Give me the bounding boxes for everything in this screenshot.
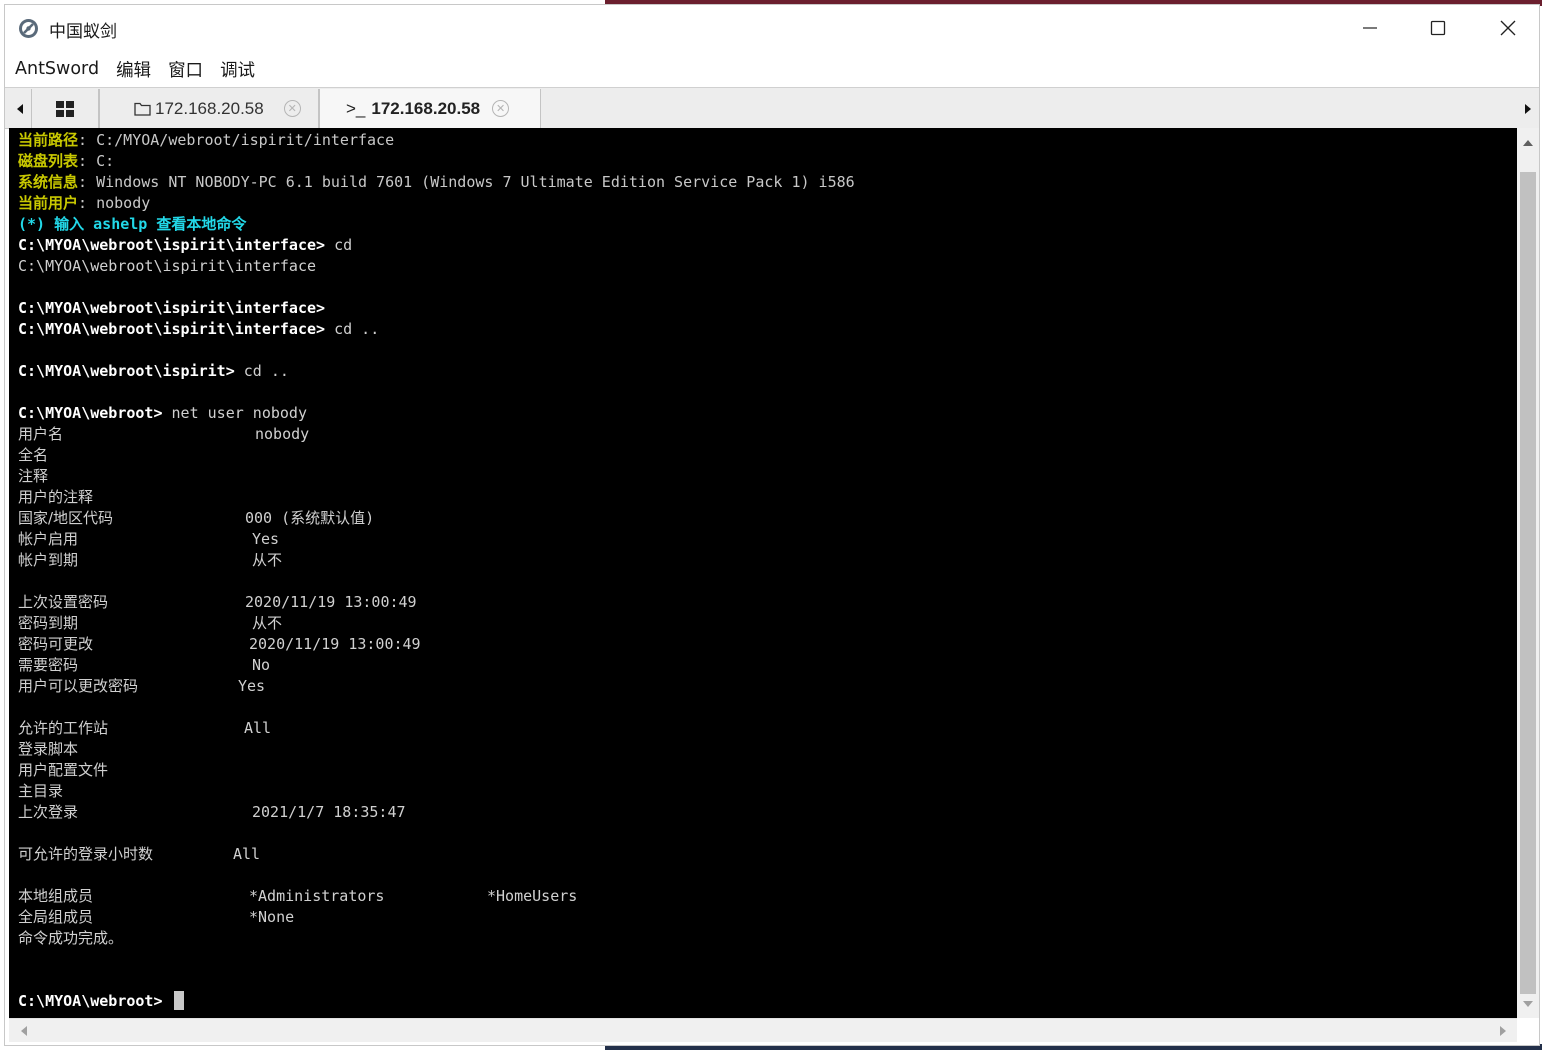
menu-edit[interactable]: 编辑 bbox=[116, 57, 151, 82]
terminal-console[interactable]: 当前路径: C:/MYOA/webroot/ispirit/interface … bbox=[9, 128, 1517, 1018]
command: cd bbox=[334, 236, 353, 254]
user-info-row: 全局组成员 *None bbox=[18, 908, 295, 926]
info-line-user: 当前用户: nobody bbox=[18, 194, 151, 212]
tab-bar: 172.168.20.58 ✕ >_ 172.168.20.58 ✕ bbox=[5, 87, 1539, 129]
tab-terminal-close-button[interactable]: ✕ bbox=[492, 100, 510, 117]
tab-home[interactable] bbox=[31, 89, 99, 128]
close-icon: ✕ bbox=[287, 102, 297, 115]
prompt: C:\MYOA\webroot\ispirit\interface> bbox=[18, 299, 326, 317]
history-line: C:\MYOA\webroot> net user nobody bbox=[18, 403, 1508, 424]
user-info-row: 注释 bbox=[18, 467, 49, 485]
user-info-row: 主目录 bbox=[18, 782, 64, 800]
grid-icon bbox=[56, 100, 74, 117]
triangle-left-icon bbox=[20, 1026, 27, 1036]
prompt: C:\MYOA\webroot\ispirit\interface> bbox=[18, 236, 326, 254]
menu-window[interactable]: 窗口 bbox=[168, 57, 203, 82]
vertical-scrollbar[interactable] bbox=[1517, 128, 1539, 1018]
triangle-up-icon bbox=[1523, 139, 1533, 146]
user-info-row: 全名 bbox=[18, 446, 49, 464]
history-line: C:\MYOA\webroot\ispirit\interface> cd bbox=[18, 235, 1508, 256]
tab-file-manager[interactable]: 172.168.20.58 ✕ bbox=[99, 89, 319, 128]
text-cursor bbox=[173, 991, 184, 1010]
scroll-left-button[interactable] bbox=[13, 1022, 33, 1040]
tab-scroll-left-button[interactable] bbox=[9, 88, 31, 129]
info-line-system: 系统信息: Windows NT NOBODY-PC 6.1 build 760… bbox=[18, 173, 855, 191]
help-hint: (*) 输入 ashelp 查看本地命令 bbox=[18, 215, 247, 233]
tab-terminal[interactable]: >_ 172.168.20.58 ✕ bbox=[319, 89, 541, 128]
command: cd .. bbox=[243, 362, 289, 380]
tab-file-manager-label: 172.168.20.58 bbox=[155, 98, 264, 118]
scroll-right-button[interactable] bbox=[1493, 1022, 1513, 1040]
command: net user nobody bbox=[171, 404, 307, 422]
menu-debug[interactable]: 调试 bbox=[220, 57, 255, 82]
maximize-button[interactable] bbox=[1403, 5, 1473, 51]
prompt: C:\MYOA\webroot> bbox=[18, 992, 163, 1010]
triangle-right-icon bbox=[1525, 103, 1531, 114]
history-line: C:\MYOA\webroot\ispirit\interface> cd .. bbox=[18, 319, 1508, 340]
user-info-row: 国家/地区代码 000 (系统默认值) bbox=[18, 509, 375, 527]
folder-icon bbox=[134, 102, 151, 116]
scroll-down-button[interactable] bbox=[1517, 994, 1539, 1014]
prompt: C:\MYOA\webroot\ispirit> bbox=[18, 362, 235, 380]
input-line[interactable]: C:\MYOA\webroot> bbox=[18, 991, 1508, 1012]
menu-antsword[interactable]: AntSword bbox=[15, 59, 99, 79]
menu-bar: AntSword 编辑 窗口 调试 bbox=[5, 51, 1539, 87]
user-info-row: 需要密码 No bbox=[18, 656, 271, 674]
output: C:\MYOA\webroot\ispirit\interface bbox=[18, 257, 317, 275]
scroll-up-button[interactable] bbox=[1517, 132, 1539, 152]
user-info-row: 帐户到期 从不 bbox=[18, 551, 283, 569]
vertical-scroll-thumb[interactable] bbox=[1520, 172, 1536, 994]
history-line: C:\MYOA\webroot\ispirit\interface bbox=[18, 256, 1508, 277]
user-info-row: 可允许的登录小时数 All bbox=[18, 845, 261, 863]
user-info-row: 用户名 nobody bbox=[18, 425, 310, 443]
maximize-icon bbox=[1430, 20, 1446, 36]
user-info-row: 允许的工作站 All bbox=[18, 719, 272, 737]
close-button[interactable] bbox=[1473, 5, 1539, 51]
tab-file-manager-close-button[interactable]: ✕ bbox=[283, 100, 301, 117]
history-line: C:\MYOA\webroot\ispirit> cd .. bbox=[18, 361, 1508, 382]
antsword-logo-icon bbox=[19, 19, 38, 38]
user-info-row: 登录脚本 bbox=[18, 740, 79, 758]
minimize-icon bbox=[1363, 27, 1377, 29]
user-info-row: 密码可更改 2020/11/19 13:00:49 bbox=[18, 635, 421, 653]
app-window: 中国蚁剑 AntSword 编辑 窗口 调试 172.168.20.58 ✕ >… bbox=[4, 4, 1540, 1046]
user-info-row: 用户配置文件 bbox=[18, 761, 109, 779]
info-line-path: 当前路径: C:/MYOA/webroot/ispirit/interface bbox=[18, 131, 395, 149]
prompt: C:\MYOA\webroot\ispirit\interface> bbox=[18, 320, 326, 338]
tab-scroll-right-button[interactable] bbox=[1517, 88, 1539, 129]
triangle-right-icon bbox=[1499, 1026, 1506, 1036]
terminal-icon: >_ bbox=[346, 98, 366, 118]
user-info-row: 用户可以更改密码 Yes bbox=[18, 677, 266, 695]
title-bar[interactable]: 中国蚁剑 bbox=[5, 5, 1539, 51]
close-icon: ✕ bbox=[496, 102, 506, 115]
user-info-row: 上次设置密码 2020/11/19 13:00:49 bbox=[18, 593, 417, 611]
triangle-left-icon bbox=[17, 103, 23, 114]
user-info-row: 密码到期 从不 bbox=[18, 614, 283, 632]
command: cd .. bbox=[334, 320, 380, 338]
triangle-down-icon bbox=[1523, 1000, 1533, 1007]
close-icon bbox=[1500, 20, 1516, 36]
minimize-button[interactable] bbox=[1335, 5, 1405, 51]
horizontal-scrollbar[interactable] bbox=[9, 1018, 1517, 1042]
command-result: 命令成功完成。 bbox=[18, 929, 124, 947]
window-title: 中国蚁剑 bbox=[49, 22, 117, 42]
user-info-row: 本地组成员 *Administrators *HomeUsers bbox=[18, 887, 578, 905]
user-info-row: 用户的注释 bbox=[18, 488, 94, 506]
tab-terminal-label: 172.168.20.58 bbox=[371, 98, 481, 118]
user-info-row: 帐户启用 Yes bbox=[18, 530, 280, 548]
user-info-row: 上次登录 2021/1/7 18:35:47 bbox=[18, 803, 406, 821]
history-line: C:\MYOA\webroot\ispirit\interface> bbox=[18, 298, 1508, 319]
prompt: C:\MYOA\webroot> bbox=[18, 404, 163, 422]
info-line-disks: 磁盘列表: C: bbox=[18, 152, 115, 170]
